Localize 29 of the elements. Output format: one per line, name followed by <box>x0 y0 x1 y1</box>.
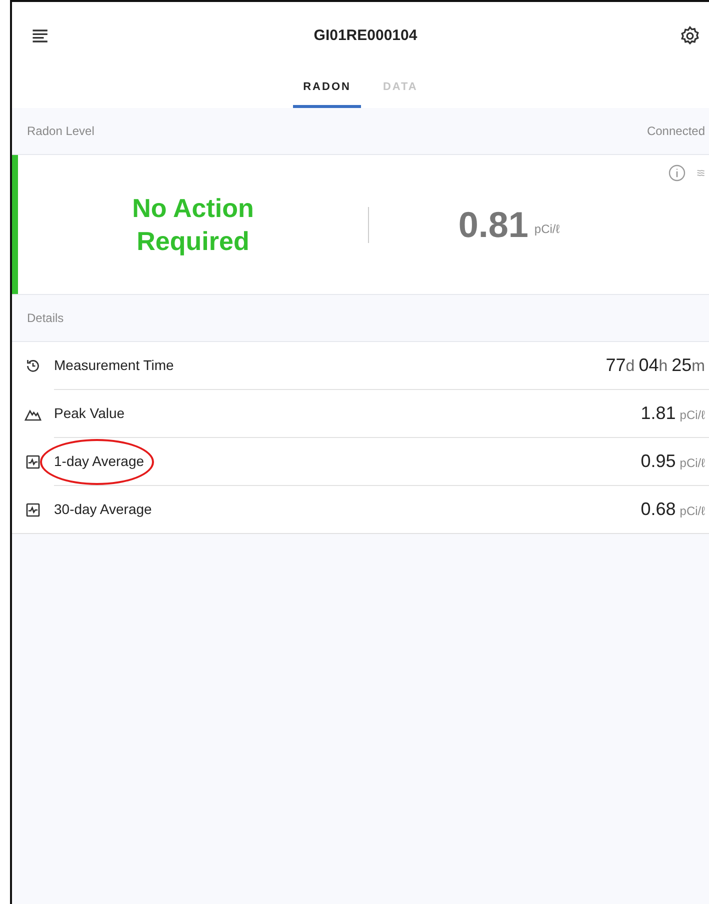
unit-label: pCi/ℓ <box>534 220 560 238</box>
tab[interactable]: RADON <box>293 70 361 108</box>
radon-value: 0.81 <box>458 202 528 246</box>
unit-label: pCi/ℓ <box>680 455 705 472</box>
section-label: Radon Level <box>27 123 94 140</box>
row-label: Peak Value <box>54 405 125 421</box>
value-number: 0.68 <box>640 498 676 521</box>
status-text: No Action Required <box>131 192 255 257</box>
chart-icon <box>24 500 42 518</box>
unit-label: h <box>658 357 668 377</box>
row-label: 1-day Average <box>54 453 144 469</box>
value-number: 04 <box>638 354 659 377</box>
connection-status: Connected <box>646 123 705 140</box>
chart-icon <box>24 453 42 471</box>
section-label: Details <box>27 310 64 327</box>
value-number: 1.81 <box>640 402 676 425</box>
history-icon <box>24 357 42 375</box>
device-title: GI01RE000104 <box>314 26 418 46</box>
unit-label: pCi/ℓ <box>680 407 705 424</box>
value-number: 77 <box>606 354 626 377</box>
unit-label: pCi/ℓ <box>680 503 705 520</box>
unit-label: d <box>626 357 635 377</box>
row-label: Measurement Time <box>54 357 174 373</box>
info-icon[interactable] <box>667 163 687 183</box>
row-label: 30-day Average <box>54 501 152 517</box>
unit-label: m <box>692 357 705 377</box>
value-number: 25 <box>672 354 692 377</box>
value-number: 0.95 <box>640 450 676 473</box>
settings-icon[interactable] <box>678 25 701 47</box>
